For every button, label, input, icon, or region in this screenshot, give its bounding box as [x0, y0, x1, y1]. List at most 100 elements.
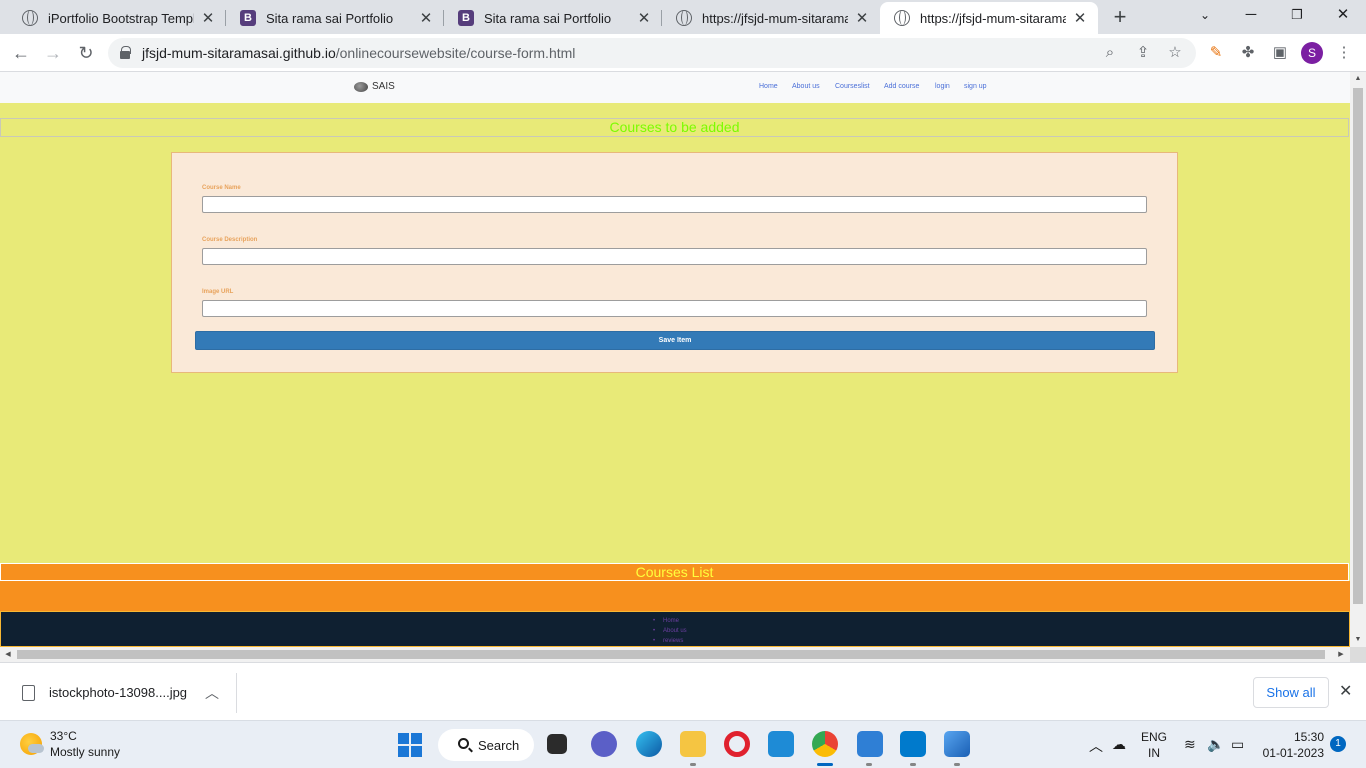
forward-arrow-icon[interactable]: →	[40, 40, 66, 66]
download-file-name: istockphoto-13098....jpg	[49, 685, 188, 700]
tab-close-icon[interactable]: ✕	[418, 9, 434, 27]
globe-icon	[22, 10, 38, 26]
windows-start-icon[interactable]	[398, 733, 422, 757]
extensions-puzzle-icon[interactable]: ✤	[1237, 42, 1259, 64]
address-url[interactable]: jfsjd-mum-sitaramasai.github.io/onlineco…	[142, 45, 575, 61]
onedrive-cloud-icon[interactable]: ☁	[1112, 736, 1126, 753]
clock-time[interactable]: 15:30	[1262, 730, 1324, 744]
tab-close-icon[interactable]: ✕	[636, 9, 652, 27]
weather-condition[interactable]: Mostly sunny	[50, 745, 120, 759]
teams-chat-icon[interactable]	[591, 731, 617, 757]
chevron-up-icon[interactable]: ︿	[205, 683, 219, 703]
running-indicator	[954, 763, 960, 766]
tab-close-icon[interactable]: ✕	[1072, 9, 1088, 27]
tab-close-icon[interactable]: ✕	[854, 9, 870, 27]
url-host: jfsjd-mum-sitaramasai.github.io	[142, 45, 336, 61]
battery-icon[interactable]: ▭	[1231, 736, 1244, 753]
notepad-icon[interactable]	[857, 731, 883, 757]
browser-tab[interactable]: iPortfolio Bootstrap Template ✕	[8, 2, 226, 34]
browser-toolbar: ← → ↻ jfsjd-mum-sitaramasai.github.io/on…	[0, 34, 1366, 72]
nav-link-sign-up[interactable]: sign up	[964, 83, 987, 90]
footer-link-reviews[interactable]: reviews	[653, 636, 687, 646]
course-name-input[interactable]	[202, 196, 1147, 213]
footer-link-home[interactable]: Home	[653, 616, 687, 626]
menu-kebab-icon[interactable]: ⋮	[1333, 42, 1355, 64]
running-indicator	[690, 763, 696, 766]
clock-date[interactable]: 01-01-2023	[1262, 746, 1324, 760]
weather-temperature[interactable]: 33°C	[50, 729, 77, 743]
save-item-button[interactable]: Save Item	[195, 331, 1155, 350]
nav-link-home[interactable]: Home	[759, 83, 778, 90]
mail-icon[interactable]	[768, 731, 794, 757]
window-close-icon[interactable]: ✕	[1320, 0, 1366, 30]
nav-link-courseslist[interactable]: Courseslist	[835, 83, 870, 90]
reload-icon[interactable]: ↻	[73, 40, 99, 66]
volume-icon[interactable]: 🔈	[1207, 736, 1224, 753]
language-indicator-top[interactable]: ENG	[1140, 730, 1168, 744]
bootstrap-icon: B	[240, 10, 256, 26]
scroll-right-arrow-icon[interactable]: ▶	[1334, 647, 1348, 662]
language-indicator-bottom[interactable]: IN	[1140, 746, 1168, 760]
restore-icon[interactable]: ❐	[1274, 0, 1320, 30]
chrome-browser-icon[interactable]	[812, 731, 838, 757]
chevron-up-tray-icon[interactable]: ︿	[1089, 736, 1103, 756]
bootstrap-icon: B	[458, 10, 474, 26]
edge-browser-icon[interactable]	[636, 731, 662, 757]
horizontal-scroll-thumb[interactable]	[17, 650, 1325, 659]
color-picker-extension-icon[interactable]: ✎	[1205, 42, 1227, 64]
vertical-scrollbar[interactable]: ▲ ▼	[1350, 72, 1366, 647]
footer-link-about-us[interactable]: About us	[653, 626, 687, 636]
minimize-icon[interactable]: ─	[1228, 0, 1274, 30]
vscode-icon[interactable]	[900, 731, 926, 757]
browser-tab-active[interactable]: https://jfsjd-mum-sitaramasai ✕	[880, 2, 1098, 34]
weather-sun-icon[interactable]	[20, 733, 44, 755]
browser-tab[interactable]: B Sita rama sai Portfolio ✕	[226, 2, 444, 34]
image-url-input[interactable]	[202, 300, 1147, 317]
zoom-icon[interactable]: ⌕	[1100, 43, 1120, 63]
share-icon[interactable]: ⇪	[1133, 43, 1153, 63]
notification-badge[interactable]: 1	[1330, 736, 1346, 752]
scroll-up-arrow-icon[interactable]: ▲	[1350, 72, 1366, 86]
form-heading: Courses to be added	[0, 118, 1349, 137]
browser-tab[interactable]: B Sita rama sai Portfolio ✕	[444, 2, 662, 34]
close-downloads-icon[interactable]: ✕	[1339, 681, 1352, 701]
task-view-icon[interactable]	[547, 734, 567, 754]
new-tab-button[interactable]: +	[1108, 4, 1132, 30]
address-bar[interactable]: jfsjd-mum-sitaramasai.github.io/onlineco…	[108, 38, 1196, 68]
opera-browser-icon[interactable]	[724, 731, 750, 757]
taskbar-search[interactable]: Search	[438, 729, 534, 761]
running-indicator	[817, 763, 833, 766]
windows-taskbar: 33°C Mostly sunny Search ︿ ☁ ENG IN ≋ 🔈 …	[0, 720, 1366, 768]
bookmark-star-icon[interactable]: ☆	[1165, 43, 1185, 63]
profile-avatar[interactable]: S	[1301, 42, 1323, 64]
tab-close-icon[interactable]: ✕	[200, 9, 216, 27]
download-item[interactable]: istockphoto-13098....jpg ︿	[0, 673, 237, 713]
course-description-input[interactable]	[202, 248, 1147, 265]
scroll-left-arrow-icon[interactable]: ◀	[1, 647, 15, 662]
brand-name: SAIS	[372, 81, 395, 92]
image-url-label: Image URL	[202, 289, 234, 295]
show-all-button[interactable]: Show all	[1253, 677, 1329, 708]
tab-search-icon[interactable]: ⌄	[1182, 0, 1228, 30]
course-description-label: Course Description	[202, 237, 258, 243]
back-arrow-icon[interactable]: ←	[8, 40, 34, 66]
running-indicator	[910, 763, 916, 766]
tab-title: https://jfsjd-mum-sitaramasai	[702, 10, 848, 26]
photos-icon[interactable]	[944, 731, 970, 757]
nav-link-add-course[interactable]: Add course	[884, 83, 919, 90]
courses-list-heading: Courses List	[0, 563, 1349, 581]
nav-link-about-us[interactable]: About us	[792, 83, 820, 90]
site-brand[interactable]: SAIS	[354, 81, 395, 92]
side-panel-icon[interactable]: ▣	[1269, 42, 1291, 64]
file-explorer-icon[interactable]	[680, 731, 706, 757]
vertical-scroll-thumb[interactable]	[1353, 88, 1363, 604]
scroll-down-arrow-icon[interactable]: ▼	[1350, 633, 1366, 647]
url-path: /onlinecoursewebsite/course-form.html	[335, 45, 576, 61]
horizontal-scrollbar[interactable]: ◀ ▶	[0, 647, 1350, 662]
wifi-icon[interactable]: ≋	[1184, 736, 1196, 753]
courses-list-container	[0, 581, 1350, 611]
nav-link-login[interactable]: login	[935, 83, 950, 90]
browser-tab[interactable]: https://jfsjd-mum-sitaramasai ✕	[662, 2, 880, 34]
search-icon	[458, 738, 469, 749]
course-name-label: Course Name	[202, 185, 241, 191]
